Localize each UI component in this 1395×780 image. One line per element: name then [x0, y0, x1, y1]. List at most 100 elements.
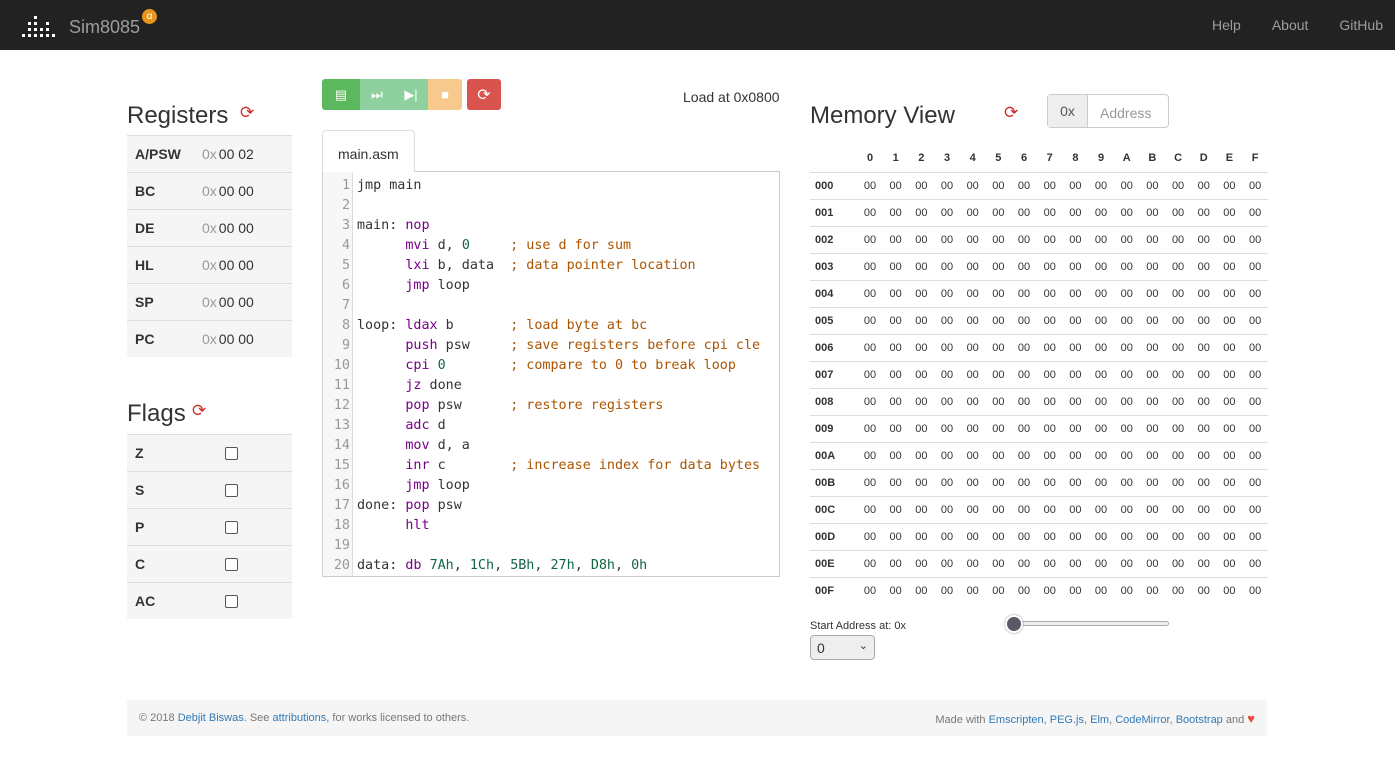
- memory-cell[interactable]: 00: [1011, 522, 1037, 550]
- address-input[interactable]: Address: [1088, 95, 1151, 127]
- memory-cell[interactable]: 00: [1165, 495, 1191, 523]
- memory-cell[interactable]: 00: [857, 522, 883, 550]
- memory-cell[interactable]: 00: [1216, 522, 1243, 550]
- memory-cell[interactable]: 00: [1088, 171, 1114, 199]
- memory-cell[interactable]: 00: [857, 252, 883, 280]
- memory-cell[interactable]: 00: [1062, 252, 1089, 280]
- step-button[interactable]: ▶|: [394, 79, 428, 110]
- memory-cell[interactable]: 00: [1139, 441, 1166, 469]
- memory-cell[interactable]: 00: [882, 468, 909, 496]
- memory-cell[interactable]: 00: [1139, 171, 1166, 199]
- code-line[interactable]: 8 loop: ldax b ; load byte at bc: [323, 316, 779, 336]
- flag-checkbox[interactable]: [225, 557, 238, 571]
- memory-cell[interactable]: 00: [959, 279, 986, 307]
- memory-cell[interactable]: 00: [882, 414, 909, 442]
- code-line[interactable]: 16 jmp loop: [323, 476, 779, 496]
- memory-cell[interactable]: 00: [1011, 198, 1037, 226]
- memory-cell[interactable]: 00: [1190, 252, 1217, 280]
- memory-cell[interactable]: 00: [1190, 333, 1217, 361]
- memory-cell[interactable]: 00: [1113, 279, 1140, 307]
- memory-cell[interactable]: 00: [959, 171, 986, 199]
- memory-cell[interactable]: 00: [1036, 306, 1063, 334]
- memory-cell[interactable]: 00: [908, 387, 935, 415]
- code-line[interactable]: 15 inr c ; increase index for data bytes: [323, 456, 779, 476]
- memory-cell[interactable]: 00: [882, 252, 909, 280]
- memory-cell[interactable]: 00: [1088, 576, 1114, 604]
- memory-cell[interactable]: 00: [985, 441, 1012, 469]
- register-value[interactable]: 00 00: [219, 220, 254, 236]
- memory-cell[interactable]: 00: [908, 198, 935, 226]
- memory-cell[interactable]: 00: [1165, 198, 1191, 226]
- memory-cell[interactable]: 00: [1062, 171, 1089, 199]
- memory-cell[interactable]: 00: [1216, 549, 1243, 577]
- memory-cell[interactable]: 00: [1139, 306, 1166, 334]
- memory-cell[interactable]: 00: [857, 306, 883, 334]
- memory-cell[interactable]: 00: [1165, 414, 1191, 442]
- memory-cell[interactable]: 00: [1011, 171, 1037, 199]
- memory-cell[interactable]: 00: [959, 360, 986, 388]
- memory-cell[interactable]: 00: [1139, 414, 1166, 442]
- code-line[interactable]: 14 mov d, a: [323, 436, 779, 456]
- logo-icon[interactable]: [20, 10, 56, 40]
- memory-cell[interactable]: 00: [1062, 198, 1089, 226]
- code-line[interactable]: 6 jmp loop: [323, 276, 779, 296]
- memory-cell[interactable]: 00: [1113, 360, 1140, 388]
- memory-cell[interactable]: 00: [1242, 414, 1268, 442]
- memory-cell[interactable]: 00: [1242, 333, 1268, 361]
- code-line[interactable]: 13 adc d: [323, 416, 779, 436]
- memory-cell[interactable]: 00: [1165, 279, 1191, 307]
- memory-cell[interactable]: 00: [1113, 468, 1140, 496]
- memory-cell[interactable]: 00: [1062, 522, 1089, 550]
- memory-cell[interactable]: 00: [1036, 441, 1063, 469]
- memory-cell[interactable]: 00: [1062, 414, 1089, 442]
- flag-checkbox[interactable]: [225, 483, 238, 497]
- memory-cell[interactable]: 00: [1190, 360, 1217, 388]
- memory-cell[interactable]: 00: [1011, 306, 1037, 334]
- code-line[interactable]: 3 main: nop: [323, 216, 779, 236]
- memory-cell[interactable]: 00: [934, 576, 960, 604]
- memory-cell[interactable]: 00: [934, 198, 960, 226]
- memory-cell[interactable]: 00: [908, 225, 935, 253]
- register-value[interactable]: 00 00: [219, 183, 254, 199]
- memory-cell[interactable]: 00: [1062, 441, 1089, 469]
- memory-cell[interactable]: 00: [1216, 198, 1243, 226]
- memory-cell[interactable]: 00: [882, 522, 909, 550]
- memory-cell[interactable]: 00: [857, 468, 883, 496]
- memory-cell[interactable]: 00: [882, 225, 909, 253]
- memory-cell[interactable]: 00: [908, 549, 935, 577]
- code-line[interactable]: 1 jmp main: [323, 176, 779, 196]
- memory-cell[interactable]: 00: [1011, 414, 1037, 442]
- memory-cell[interactable]: 00: [1062, 387, 1089, 415]
- tool-link[interactable]: Emscripten: [989, 714, 1044, 726]
- flag-checkbox[interactable]: [225, 446, 238, 460]
- memory-cell[interactable]: 00: [1216, 360, 1243, 388]
- memory-cell[interactable]: 00: [1011, 279, 1037, 307]
- memory-cell[interactable]: 00: [1216, 306, 1243, 334]
- memory-cell[interactable]: 00: [1088, 414, 1114, 442]
- memory-cell[interactable]: 00: [1190, 576, 1217, 604]
- memory-cell[interactable]: 00: [959, 468, 986, 496]
- memory-cell[interactable]: 00: [1242, 360, 1268, 388]
- memory-cell[interactable]: 00: [934, 414, 960, 442]
- memory-cell[interactable]: 00: [985, 576, 1012, 604]
- memory-cell[interactable]: 00: [1165, 225, 1191, 253]
- memory-cell[interactable]: 00: [1062, 549, 1089, 577]
- memory-cell[interactable]: 00: [1190, 441, 1217, 469]
- memory-cell[interactable]: 00: [1036, 468, 1063, 496]
- memory-cell[interactable]: 00: [1139, 225, 1166, 253]
- memory-cell[interactable]: 00: [1242, 252, 1268, 280]
- tool-link[interactable]: CodeMirror: [1115, 714, 1169, 726]
- memory-cell[interactable]: 00: [1165, 333, 1191, 361]
- memory-cell[interactable]: 00: [1139, 495, 1166, 523]
- memory-cell[interactable]: 00: [1113, 306, 1140, 334]
- memory-cell[interactable]: 00: [857, 441, 883, 469]
- memory-cell[interactable]: 00: [934, 306, 960, 334]
- memory-cell[interactable]: 00: [857, 576, 883, 604]
- memory-cell[interactable]: 00: [908, 468, 935, 496]
- register-value[interactable]: 00 02: [219, 146, 254, 162]
- memory-cell[interactable]: 00: [1139, 333, 1166, 361]
- memory-cell[interactable]: 00: [857, 387, 883, 415]
- memory-cell[interactable]: 00: [882, 306, 909, 334]
- nav-help-link[interactable]: Help: [1212, 17, 1241, 33]
- assemble-button[interactable]: ▤: [322, 79, 360, 110]
